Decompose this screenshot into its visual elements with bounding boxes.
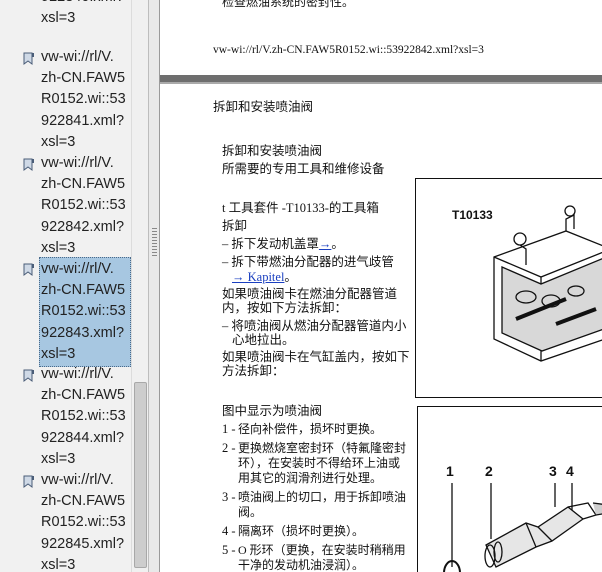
legend-text: 更换燃烧室密封环（特氟隆密封	[238, 441, 407, 455]
bookmark-label-line: R0152.wi::53	[41, 91, 126, 108]
legend-number: 1 -	[222, 422, 236, 436]
legend-number: 3 -	[222, 490, 236, 504]
bookmark-label-line: xsl=3	[41, 133, 76, 150]
tool-case-illustration	[493, 205, 602, 362]
step-remove-engine-cover: – 拆下发动机盖罩→。	[222, 236, 344, 252]
step-kapitel-line: → Kapitel。	[232, 269, 297, 285]
section-title: 拆卸和安装喷油阀	[222, 144, 323, 158]
bookmark-label-line: R0152.wi::53	[41, 303, 126, 320]
bookmark-icon	[23, 158, 34, 171]
bookmark-label-line: xsl=3	[41, 345, 76, 362]
splitter-grip-icon[interactable]	[152, 228, 157, 258]
bookmark-label-line: vw-wi://rl/V.	[41, 366, 114, 382]
para2-line2: 方法拆卸：	[222, 364, 285, 378]
bookmark-label-line: xsl=3	[41, 556, 76, 572]
bookmark-label: 922840.xml? xsl=3	[40, 0, 130, 30]
bookmark-label-line: 922844.xml?	[41, 429, 125, 446]
bookmark-label-line: 922842.xml?	[41, 218, 125, 235]
bookmark-label: vw-wi://rl/V.zh-CN.FAW5R0152.wi::5392284…	[40, 152, 130, 260]
bookmark-label-line: zh-CN.FAW5	[41, 176, 126, 193]
page-separator	[160, 75, 602, 84]
legend-title: 图中显示为喷油阀	[222, 404, 323, 418]
bookmarks-pane: 922840.xml?xsl=3vw-wi://rl/V.zh-CN.FAW5R…	[0, 0, 149, 572]
bookmark-item[interactable]: vw-wi://rl/V.zh-CN.FAW5R0152.wi::5392284…	[0, 469, 132, 572]
bookmark-list: 922840.xml?xsl=3vw-wi://rl/V.zh-CN.FAW5R…	[0, 0, 132, 572]
bookmark-label-line: R0152.wi::53	[41, 514, 126, 531]
tool-case-figure: T10133	[415, 178, 602, 398]
bookmark-label-line: vw-wi://rl/V.	[41, 472, 114, 488]
bookmark-icon	[23, 52, 34, 65]
legend-text: O 形环（更换，在安装时稍稍用	[238, 543, 406, 557]
step-end: 。	[331, 237, 344, 251]
page-title: 拆卸和安装喷油阀	[213, 100, 314, 114]
step-link[interactable]: →	[319, 237, 332, 251]
bookmark-label-line: zh-CN.FAW5	[41, 387, 126, 404]
prev-page-url: vw-wi://rl/V.zh-CN.FAW5R0152.wi::5392284…	[213, 44, 484, 56]
legend-text: 干净的发动机油浸润）。	[238, 558, 365, 572]
bookmark-label-line: xsl=3	[41, 10, 76, 27]
tools-heading: 所需要的专用工具和维修设备	[222, 162, 385, 176]
legend-number: 4 -	[222, 524, 236, 538]
bookmark-item[interactable]: vw-wi://rl/V.zh-CN.FAW5R0152.wi::5392284…	[0, 46, 132, 152]
bookmark-label-line: R0152.wi::53	[41, 408, 126, 425]
step-end: 。	[284, 270, 297, 284]
injector-illustration	[443, 483, 602, 572]
bookmark-label-line: vw-wi://rl/V.	[41, 155, 114, 171]
step-remove-intake-manifest: – 拆下带燃油分配器的进气歧管	[222, 255, 394, 269]
bookmark-label-line: xsl=3	[41, 239, 76, 256]
bookmark-item[interactable]: vw-wi://rl/V.zh-CN.FAW5R0152.wi::5392284…	[0, 257, 132, 368]
kapitel-link[interactable]: → Kapitel	[232, 270, 284, 284]
legend-text: 环），在安装时不得给环上油或	[238, 456, 401, 470]
bookmark-label-line: 922841.xml?	[41, 112, 125, 129]
step-text: – 拆下发动机盖罩	[222, 237, 319, 251]
bookmark-label-line: 922843.xml?	[41, 324, 125, 341]
legend-text: 径向补偿件，损坏时更换。	[238, 422, 383, 436]
step3-line2: 心地拉出。	[232, 333, 295, 347]
bookmark-icon	[23, 475, 34, 488]
para1-line2: 内，按如下方法拆卸：	[222, 301, 348, 315]
bookmark-label-line: R0152.wi::53	[41, 197, 126, 214]
document-view: 检查燃油系统的密封性。 vw-wi://rl/V.zh-CN.FAW5R0152…	[160, 0, 602, 572]
bookmark-label-line: vw-wi://rl/V.	[41, 261, 114, 277]
removal-heading: 拆卸	[222, 219, 248, 233]
legend-number: 2 -	[222, 441, 236, 455]
bookmark-item[interactable]: vw-wi://rl/V.zh-CN.FAW5R0152.wi::5392284…	[0, 363, 132, 469]
bookmark-label-line: zh-CN.FAW5	[41, 282, 126, 299]
bookmark-label-line: xsl=3	[41, 450, 76, 467]
legend-text: 隔离环（损坏时更换）。	[238, 524, 365, 538]
legend-number: 5 -	[222, 543, 236, 557]
bookmarks-scrollbar-thumb[interactable]	[134, 382, 147, 568]
injector-figure: 1234	[417, 406, 602, 572]
bookmark-label-line: zh-CN.FAW5	[41, 70, 126, 87]
bookmark-item[interactable]: vw-wi://rl/V.zh-CN.FAW5R0152.wi::5392284…	[0, 152, 132, 258]
bookmark-label-line: 922840.xml?	[41, 0, 129, 8]
bookmark-label-line: vw-wi://rl/V.	[41, 49, 114, 65]
bookmarks-scrollbar[interactable]	[131, 0, 148, 572]
bookmark-label: vw-wi://rl/V.zh-CN.FAW5R0152.wi::5392284…	[40, 469, 130, 572]
pane-splitter[interactable]	[148, 0, 160, 572]
tool-item: t 工具套件 -T10133-的工具箱	[222, 201, 379, 215]
legend-text: 喷油阀上的切口，用于拆卸喷油	[238, 490, 407, 504]
bookmark-label: vw-wi://rl/V.zh-CN.FAW5R0152.wi::5392284…	[40, 46, 130, 154]
bookmark-label: vw-wi://rl/V.zh-CN.FAW5R0152.wi::5392284…	[40, 363, 130, 471]
bookmark-icon	[23, 369, 34, 382]
bookmark-label-line: zh-CN.FAW5	[41, 493, 126, 510]
prev-page-text: 检查燃油系统的密封性。	[222, 0, 355, 9]
bookmark-label-line: 922845.xml?	[41, 535, 125, 552]
legend-text: 阀。	[238, 505, 263, 519]
bookmark-item[interactable]: 922840.xml? xsl=3	[0, 0, 132, 46]
bookmark-label: vw-wi://rl/V.zh-CN.FAW5R0152.wi::5392284…	[39, 257, 131, 368]
bookmark-icon	[23, 263, 34, 276]
legend-text: 用其它的润滑剂进行处理。	[238, 471, 383, 485]
